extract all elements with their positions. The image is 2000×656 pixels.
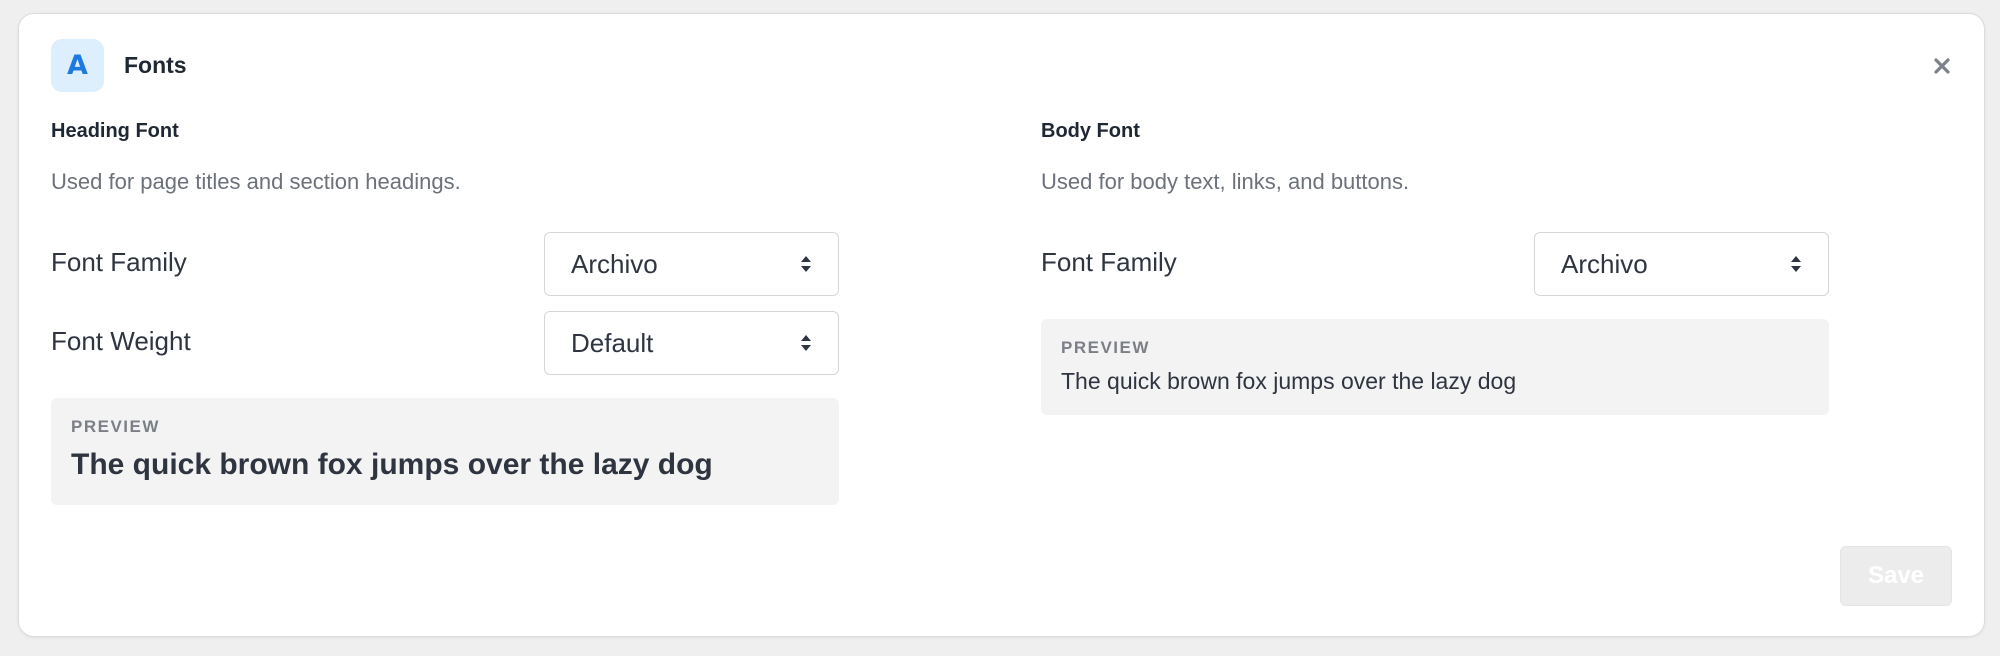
modal-title: Fonts xyxy=(124,52,187,78)
body-preview-label: PREVIEW xyxy=(1061,338,1150,357)
heading-font-weight-value: Default xyxy=(571,327,654,358)
heading-font-description: Used for page titles and section heading… xyxy=(51,169,461,194)
body-font-family-value: Archivo xyxy=(1561,248,1648,279)
body-font-description: Used for body text, links, and buttons. xyxy=(1041,169,1410,194)
heading-font-weight-select[interactable]: Default xyxy=(544,311,839,375)
select-arrows-icon xyxy=(801,256,811,272)
body-font-title: Body Font xyxy=(1041,120,1140,142)
body-font-preview: PREVIEW The quick brown fox jumps over t… xyxy=(1041,319,1829,415)
heading-font-family-select[interactable]: Archivo xyxy=(544,232,839,296)
heading-preview-text: The quick brown fox jumps over the lazy … xyxy=(71,448,713,481)
font-logo-icon: A xyxy=(51,39,104,92)
heading-font-family-label: Font Family xyxy=(51,247,187,277)
body-font-family-label: Font Family xyxy=(1041,247,1177,277)
logo-letter: A xyxy=(67,50,88,81)
modal-header: A Fonts xyxy=(51,39,187,92)
heading-font-preview: PREVIEW The quick brown fox jumps over t… xyxy=(51,398,839,505)
save-button[interactable]: Save xyxy=(1840,546,1952,606)
close-button[interactable] xyxy=(1928,52,1956,80)
heading-preview-label: PREVIEW xyxy=(71,417,160,436)
body-font-family-select[interactable]: Archivo xyxy=(1534,232,1829,296)
close-icon xyxy=(1934,58,1950,74)
body-preview-text: The quick brown fox jumps over the lazy … xyxy=(1061,368,1517,394)
heading-font-family-value: Archivo xyxy=(571,248,658,279)
fonts-modal: A Fonts Heading Font Used for page title… xyxy=(18,13,1985,637)
heading-font-title: Heading Font xyxy=(51,120,179,142)
heading-font-weight-label: Font Weight xyxy=(51,326,191,356)
select-arrows-icon xyxy=(1791,256,1801,272)
select-arrows-icon xyxy=(801,335,811,351)
